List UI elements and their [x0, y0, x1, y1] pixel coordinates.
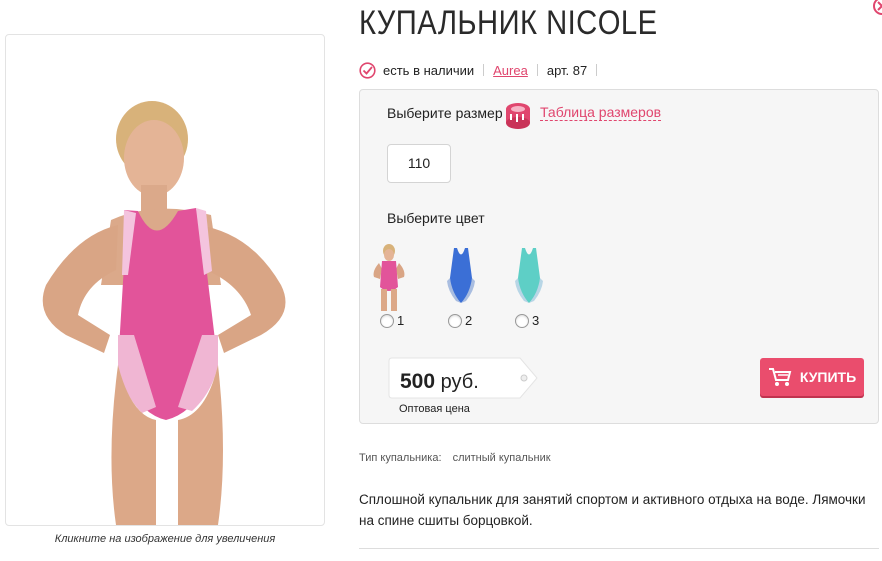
- size-option-110[interactable]: 110: [387, 144, 451, 183]
- page-title: КУПАЛЬНИК NICOLE: [359, 4, 658, 42]
- divider: [483, 64, 485, 76]
- color-number: 2: [465, 313, 473, 328]
- article-number: арт. 87: [546, 62, 588, 78]
- cart-icon: [768, 368, 792, 386]
- divider: [596, 64, 598, 76]
- price-amount: 500: [400, 370, 436, 393]
- color-swatch-1[interactable]: [370, 243, 408, 313]
- radio-button[interactable]: [448, 313, 462, 328]
- brand-link[interactable]: Aurea: [493, 63, 528, 78]
- product-description: Сплошной купальник для занятий спортом и…: [359, 492, 866, 528]
- color-number: 3: [532, 313, 540, 328]
- product-image[interactable]: [5, 34, 325, 526]
- color-swatch-2[interactable]: [442, 243, 480, 313]
- check-circle-icon: [359, 61, 376, 79]
- stock-status: есть в наличии: [383, 62, 475, 78]
- radio-button[interactable]: [515, 313, 529, 328]
- radio-button[interactable]: [380, 313, 394, 328]
- color-radio-2[interactable]: 2: [448, 313, 472, 328]
- image-caption: Кликните на изображение для увеличения: [54, 533, 276, 545]
- zoom-icon[interactable]: [261, 495, 307, 526]
- price-note: Оптовая цена: [399, 403, 470, 415]
- product-spec: Тип купальника: слитный купальник: [359, 452, 551, 464]
- buy-label: КУПИТЬ: [799, 369, 857, 385]
- color-number: 1: [397, 313, 405, 328]
- size-table-link[interactable]: Таблица размеров: [540, 105, 662, 121]
- spec-value: слитный купальник: [452, 452, 551, 464]
- product-photo: [42, 101, 286, 525]
- color-radio-1[interactable]: 1: [380, 313, 404, 328]
- divider: [536, 64, 538, 76]
- color-label: Выберите цвет: [387, 210, 485, 226]
- buy-button[interactable]: КУПИТЬ: [760, 358, 864, 396]
- color-radio-3[interactable]: 3: [515, 313, 539, 328]
- divider: [359, 548, 879, 549]
- spec-label: Тип купальника:: [359, 452, 442, 464]
- measuring-tape-icon: [506, 103, 530, 129]
- close-icon[interactable]: [866, 0, 882, 22]
- price: 500 руб.: [400, 370, 479, 394]
- product-meta: есть в наличии Aurea арт. 87: [359, 61, 606, 79]
- price-currency: руб.: [440, 371, 479, 393]
- color-swatch-3[interactable]: [510, 243, 548, 313]
- size-label: Выберите размер: [387, 105, 503, 121]
- purchase-panel: Выберите размер Таблица размеров 110 Выб…: [359, 89, 879, 424]
